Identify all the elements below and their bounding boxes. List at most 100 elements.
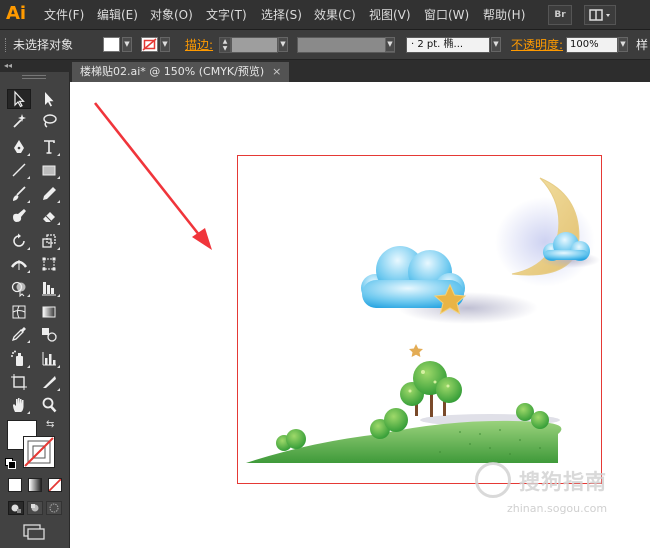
document-tab[interactable]: 楼梯贴02.ai* @ 150% (CMYK/预览) × (72, 62, 290, 82)
slice-tool[interactable] (37, 372, 61, 392)
swap-fill-stroke-icon[interactable]: ⇆ (46, 419, 54, 430)
pen-tool[interactable] (7, 137, 31, 157)
artwork-illustration[interactable] (240, 172, 600, 482)
tool-flyout-marker (57, 222, 60, 225)
fill-color-swatch[interactable] (103, 37, 120, 52)
gradient-tool[interactable] (37, 302, 61, 322)
menu-edit[interactable]: 编辑(E) (97, 0, 138, 30)
hand-tool[interactable] (7, 395, 31, 415)
stroke-color-swatch[interactable] (141, 37, 158, 52)
document-canvas[interactable]: 搜狗指南 zhinan.sogou.com (70, 82, 650, 548)
tool-flyout-marker (27, 247, 30, 250)
style-label[interactable]: 样 (636, 30, 648, 60)
brush-definition[interactable]: · 2 pt. 椭... (406, 37, 490, 53)
gradient-icon (42, 306, 56, 318)
free-transform-tool[interactable] (37, 254, 61, 274)
stroke-swatch[interactable] (23, 436, 55, 468)
menu-file[interactable]: 文件(F) (44, 0, 84, 30)
tools-panel-collapse[interactable]: ◂◂ (0, 60, 70, 72)
selection-tool[interactable] (7, 89, 31, 109)
rectangle-icon (42, 165, 56, 176)
pencil-tool[interactable] (37, 184, 61, 204)
width-tool[interactable] (7, 254, 31, 274)
menu-view[interactable]: 视图(V) (369, 0, 411, 30)
tool-flyout-marker (57, 247, 60, 250)
rotate-tool[interactable] (7, 231, 31, 251)
mesh-icon (12, 305, 26, 319)
mesh-tool[interactable] (7, 302, 31, 322)
star-small[interactable] (409, 344, 423, 357)
zoom-tool[interactable] (37, 395, 61, 415)
scale-tool[interactable] (37, 231, 61, 251)
opacity-input[interactable]: 100% (566, 37, 618, 53)
type-icon (44, 140, 55, 154)
artboard-tool[interactable] (7, 372, 31, 392)
color-mode-button[interactable] (8, 478, 22, 492)
control-bar: 未选择对象 ▼ ▼ 描边: ▲ ▼ ▼ ▼ · 2 pt. 椭... ▼ 不透明度… (0, 30, 650, 60)
menu-object[interactable]: 对象(O) (150, 0, 193, 30)
column-graph-tool[interactable] (37, 349, 61, 369)
zoom-icon (42, 397, 57, 413)
profile-dropdown[interactable]: ▼ (385, 37, 395, 52)
blend-tool[interactable] (37, 324, 61, 344)
app-logo: Ai (6, 3, 27, 24)
blob-brush-tool[interactable] (7, 206, 31, 226)
width-icon (10, 260, 28, 270)
rectangle-tool[interactable] (37, 160, 61, 180)
menu-type[interactable]: 文字(T) (206, 0, 247, 30)
menu-select[interactable]: 选择(S) (261, 0, 302, 30)
no-selection-label: 未选择对象 (13, 38, 74, 52)
selection-arrow-icon (14, 90, 25, 108)
tree-group[interactable] (400, 361, 462, 417)
none-icon (49, 479, 61, 491)
stroke-weight-input[interactable] (231, 37, 278, 53)
paintbrush-icon (13, 186, 26, 201)
default-colors-icon[interactable] (5, 458, 16, 469)
artboard-icon (11, 374, 27, 390)
variable-width-profile[interactable] (297, 37, 395, 53)
eraser-tool[interactable] (37, 206, 61, 226)
symbol-sprayer-tool[interactable] (7, 349, 31, 369)
stroke-label[interactable]: 描边: (185, 30, 213, 60)
tool-flyout-marker (27, 340, 30, 343)
draw-normal-button[interactable] (8, 501, 24, 515)
menu-effect[interactable]: 效果(C) (314, 0, 356, 30)
none-mode-button[interactable] (48, 478, 62, 492)
tools-panel-grip[interactable] (22, 75, 46, 79)
brush-dropdown[interactable]: ▼ (491, 37, 501, 52)
line-segment-tool[interactable] (7, 160, 31, 180)
gradient-mode-button[interactable] (28, 478, 42, 492)
draw-behind-button[interactable] (27, 501, 43, 515)
paintbrush-tool[interactable] (7, 184, 31, 204)
screen-mode-button[interactable] (20, 523, 46, 541)
blob-brush-icon (13, 209, 26, 222)
sogou-logo-icon (475, 462, 511, 498)
symbol-sprayer-icon (11, 350, 23, 366)
fill-dropdown[interactable]: ▼ (122, 37, 132, 52)
eyedropper-tool[interactable] (7, 324, 31, 344)
lasso-tool[interactable] (37, 111, 61, 131)
tool-flyout-marker (57, 365, 60, 368)
menu-help[interactable]: 帮助(H) (483, 0, 525, 30)
direct-selection-tool[interactable] (37, 89, 61, 109)
bridge-button[interactable]: Br (548, 5, 572, 25)
close-icon[interactable]: × (272, 65, 281, 78)
stroke-dropdown[interactable]: ▼ (160, 37, 170, 52)
tool-flyout-marker (57, 294, 60, 297)
slice-icon (43, 376, 56, 388)
document-tab-bar: 楼梯贴02.ai* @ 150% (CMYK/预览) × (70, 60, 650, 82)
workspace-switcher[interactable] (584, 5, 616, 25)
type-tool[interactable] (37, 137, 61, 157)
magic-wand-tool[interactable] (7, 111, 31, 131)
draw-inside-button[interactable] (46, 501, 62, 515)
stroke-weight-stepper[interactable]: ▲ ▼ (219, 37, 231, 53)
document-tab-title: 楼梯贴02.ai* @ 150% (CMYK/预览) (80, 65, 265, 78)
opacity-dropdown[interactable]: ▼ (618, 37, 628, 52)
stroke-weight-dropdown[interactable]: ▼ (278, 37, 288, 52)
menu-window[interactable]: 窗口(W) (424, 0, 469, 30)
tool-flyout-marker (27, 270, 30, 273)
shape-builder-tool[interactable] (7, 278, 31, 298)
opacity-label[interactable]: 不透明度: (511, 30, 563, 60)
perspective-grid-tool[interactable] (37, 278, 61, 298)
tool-flyout-marker (57, 153, 60, 156)
